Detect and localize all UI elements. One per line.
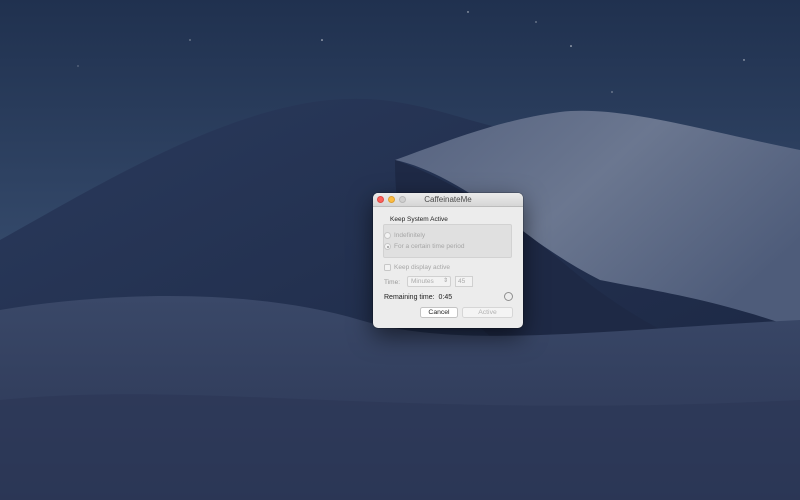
time-value-input[interactable]: 45 bbox=[455, 276, 473, 287]
keep-display-active-label: Keep display active bbox=[394, 264, 451, 271]
radio-button-checked-icon[interactable] bbox=[384, 243, 391, 250]
chevron-up-down-icon: ⇕ bbox=[442, 278, 448, 284]
window-titlebar[interactable]: CaffeinateMe bbox=[373, 193, 523, 207]
active-button[interactable]: Active bbox=[462, 307, 513, 318]
window-title: CaffeinateMe bbox=[424, 195, 472, 204]
cancel-button[interactable]: Cancel bbox=[420, 307, 458, 318]
keep-display-active-checkbox[interactable]: Keep display active bbox=[384, 263, 450, 272]
time-unit-value: Minutes bbox=[411, 278, 434, 285]
radio-button-icon[interactable] bbox=[384, 232, 391, 239]
radio-indefinitely[interactable]: Indefinitely bbox=[384, 231, 425, 240]
radio-indefinitely-label: Indefinitely bbox=[394, 232, 426, 239]
keep-system-active-group bbox=[383, 224, 512, 258]
caffeinateme-window[interactable]: CaffeinateMe Keep System Active Indefini… bbox=[373, 193, 523, 328]
remaining-time-value: 0:45 bbox=[438, 294, 453, 301]
radio-time-period[interactable]: For a certain time period bbox=[384, 242, 464, 251]
radio-time-period-label: For a certain time period bbox=[394, 243, 465, 250]
keep-system-active-label: Keep System Active bbox=[390, 216, 448, 223]
time-label: Time: bbox=[384, 279, 401, 286]
time-unit-select[interactable]: Minutes ⇕ bbox=[407, 276, 451, 287]
remaining-time-label: Remaining time: bbox=[384, 294, 435, 301]
progress-circle-icon bbox=[504, 292, 513, 301]
checkbox-icon[interactable] bbox=[384, 264, 391, 271]
remaining-time: Remaining time: 0:45 bbox=[384, 293, 452, 302]
